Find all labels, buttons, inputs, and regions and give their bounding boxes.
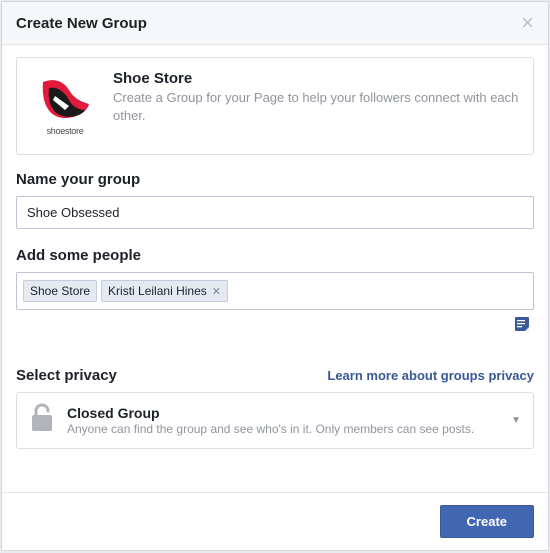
group-name-input[interactable] (16, 196, 534, 229)
privacy-option-title: Closed Group (67, 405, 499, 421)
page-info-text: Shoe Store Create a Group for your Page … (113, 70, 521, 124)
chevron-down-icon: ▼ (511, 415, 521, 426)
dialog-header: Create New Group × (2, 2, 548, 45)
learn-more-link[interactable]: Learn more about groups privacy (327, 368, 534, 383)
chip-remove-icon[interactable]: ✕ (212, 285, 221, 298)
select-privacy-label: Select privacy (16, 367, 117, 384)
add-note-icon[interactable] (514, 316, 530, 337)
dialog-title: Create New Group (16, 15, 147, 32)
create-button[interactable]: Create (440, 505, 534, 538)
create-group-dialog: Create New Group × shoestore Shoe Store … (1, 1, 549, 551)
people-actions (16, 314, 534, 337)
dialog-body: shoestore Shoe Store Create a Group for … (2, 45, 548, 492)
page-info-card: shoestore Shoe Store Create a Group for … (16, 57, 534, 155)
privacy-dropdown[interactable]: Closed Group Anyone can find the group a… (16, 392, 534, 449)
chip-label: Shoe Store (30, 284, 90, 298)
page-logo: shoestore (29, 70, 101, 142)
shoe-store-logo-icon (35, 76, 95, 124)
close-icon[interactable]: × (521, 14, 534, 32)
dialog-footer: Create (2, 492, 548, 550)
chip-label: Kristi Leilani Hines (108, 284, 207, 298)
lock-open-icon (29, 403, 55, 438)
person-chip[interactable]: Kristi Leilani Hines ✕ (101, 280, 228, 302)
page-description: Create a Group for your Page to help you… (113, 89, 521, 124)
privacy-option-text: Closed Group Anyone can find the group a… (67, 405, 499, 436)
privacy-header-row: Select privacy Learn more about groups p… (16, 367, 534, 384)
page-name: Shoe Store (113, 70, 521, 87)
page-logo-caption: shoestore (47, 126, 84, 136)
person-chip[interactable]: Shoe Store (23, 280, 97, 302)
privacy-option-description: Anyone can find the group and see who's … (67, 422, 499, 436)
add-people-input[interactable]: Shoe Store Kristi Leilani Hines ✕ (16, 272, 534, 310)
name-group-label: Name your group (16, 171, 534, 188)
add-people-label: Add some people (16, 247, 534, 264)
